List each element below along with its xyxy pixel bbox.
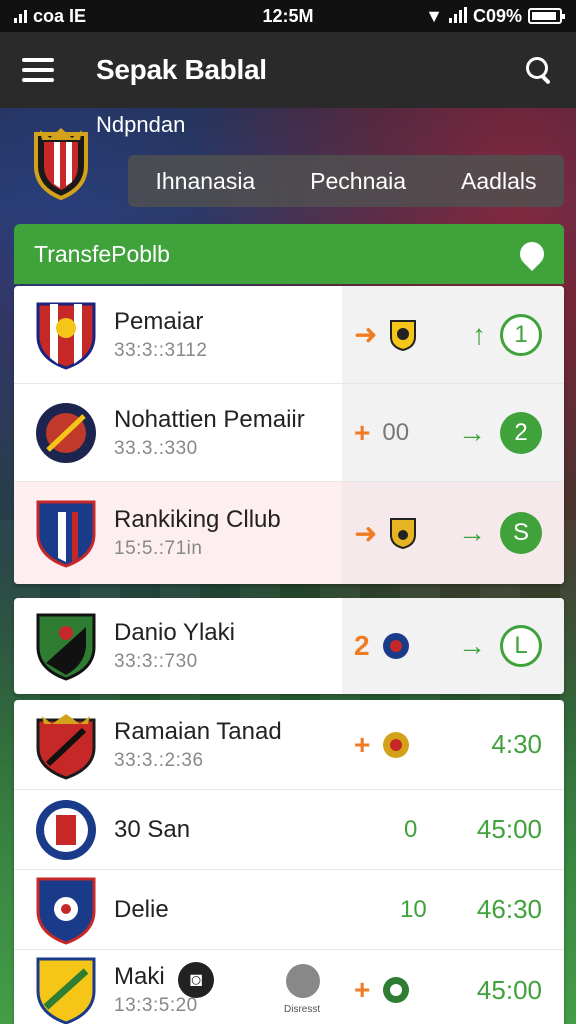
mini-crest-icon — [383, 977, 410, 1003]
battery-percent: C09% — [472, 5, 522, 26]
list-item[interactable]: Maki 13:3:5:20 ◙ Disresst + 45:00 — [14, 950, 564, 1024]
club-crest-icon — [36, 713, 96, 780]
status-left: coa IE — [14, 6, 86, 27]
gray-action-icon[interactable] — [286, 964, 320, 998]
mini-crest-icon — [382, 633, 409, 659]
profile-icon[interactable]: ◙ — [178, 962, 214, 998]
battery-icon — [528, 8, 565, 24]
rank-badge: S — [500, 512, 542, 554]
tab-aadlals[interactable]: Aadlals — [455, 168, 542, 195]
mini-crest-icon — [390, 319, 417, 351]
list-item[interactable]: Rankiking Cllub 15:5.:71in ➜ → S — [14, 482, 564, 584]
plus-icon: + — [354, 728, 371, 760]
orange-arrow-icon: ➜ — [354, 517, 378, 549]
right-arrow-icon: → — [458, 416, 486, 448]
menu-icon[interactable] — [22, 58, 54, 82]
league-crest-icon — [34, 128, 88, 201]
right-arrow-icon: → — [458, 630, 486, 661]
club-crest-icon — [36, 799, 96, 860]
mid-value: 2 — [354, 630, 370, 661]
club-crest-icon — [36, 877, 96, 945]
section-header: TransfePoblb — [14, 224, 564, 284]
club-crest-icon — [36, 302, 96, 370]
match-time: 46:30 — [476, 894, 542, 924]
overlay-label: Disresst — [284, 1004, 321, 1015]
match-time: 45:00 — [476, 814, 542, 844]
transfer-card-1: Pemaiar 33:3::3112 ➜ ↑ 1 Nohattien Pemai… — [14, 286, 564, 584]
location-pin-icon[interactable] — [515, 237, 549, 271]
wifi-icon: ▼ — [425, 5, 443, 26]
list-item[interactable]: Danio Ylaki 33:3::730 2 → L — [14, 598, 564, 694]
app-bar: Sepak Bablal — [0, 32, 576, 108]
list-item[interactable]: 30 San 0 45:00 — [14, 790, 564, 870]
tab-ihnanasia[interactable]: Ihnanasia — [149, 168, 261, 195]
up-arrow-icon: ↑ — [472, 318, 486, 350]
status-right: ▼ C09% — [425, 5, 565, 27]
mid-value: 00 — [382, 418, 410, 446]
match-time: 45:00 — [476, 974, 542, 1005]
list-item[interactable]: Nohattien Pemaiir 33.3.:330 + 00 → 2 — [14, 384, 564, 482]
mini-crest-icon — [383, 731, 410, 758]
mid-value: 10 — [400, 895, 427, 923]
rank-badge: 1 — [500, 313, 542, 356]
signal-icon — [14, 9, 27, 23]
status-bar: coa IE 12:5M ▼ C09% — [0, 0, 576, 32]
plus-icon: + — [354, 974, 371, 1005]
tab-bar: Ihnanasia Pechnaia Aadlals — [128, 155, 564, 207]
transfer-card-2: Danio Ylaki 33:3::730 2 → L — [14, 598, 564, 694]
cell-signal-icon — [448, 7, 467, 23]
rank-badge: L — [500, 625, 542, 667]
carrier-text: coa IE — [33, 5, 87, 26]
orange-arrow-icon: ➜ — [354, 319, 378, 350]
section-title: TransfePoblb — [34, 240, 170, 267]
league-name: Ndpndan — [96, 112, 186, 137]
app-title: Sepak Bablal — [96, 54, 267, 85]
list-item[interactable]: Delie 10 46:30 — [14, 870, 564, 950]
right-arrow-icon: → — [458, 517, 486, 548]
list-item[interactable]: Ramaian Tanad 33:3.:2:36 + 4:30 — [14, 700, 564, 790]
club-crest-icon — [36, 613, 96, 681]
search-icon[interactable] — [524, 55, 554, 85]
club-crest-icon — [36, 957, 96, 1024]
rank-badge: 2 — [500, 411, 542, 454]
tab-pechnaia[interactable]: Pechnaia — [304, 168, 412, 195]
match-time: 4:30 — [491, 729, 542, 759]
list-item[interactable]: Pemaiar 33:3::3112 ➜ ↑ 1 — [14, 286, 564, 384]
club-crest-icon — [36, 500, 96, 568]
club-crest-icon — [36, 402, 96, 463]
plus-icon: + — [354, 416, 371, 448]
mid-value: 0 — [404, 815, 418, 843]
fixture-card: Ramaian Tanad 33:3.:2:36 + 4:30 30 San 0… — [14, 700, 564, 1024]
mini-crest-icon — [390, 518, 417, 549]
